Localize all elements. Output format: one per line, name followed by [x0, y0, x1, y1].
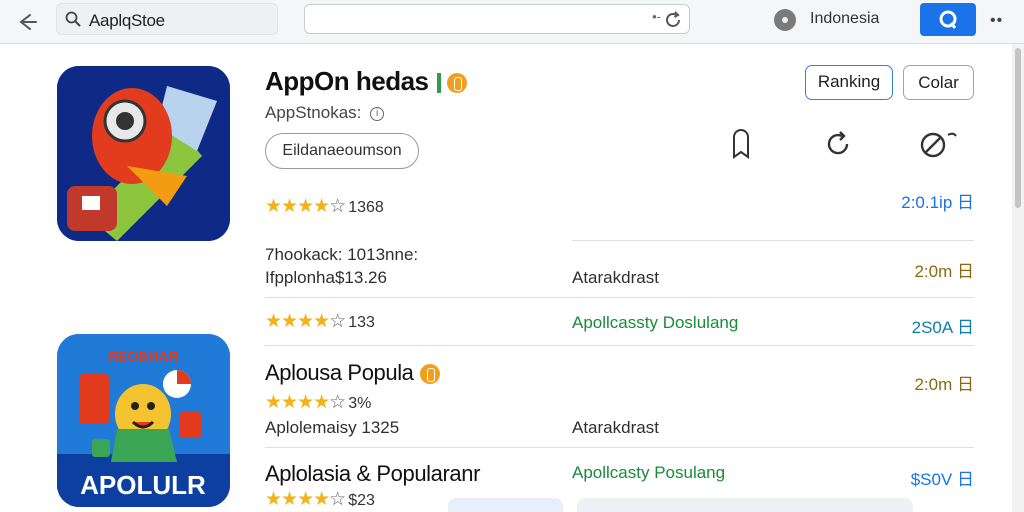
- app-title-text: AppOn hedas: [265, 66, 429, 96]
- app-right-value: 2:0.1ip 日: [901, 193, 974, 212]
- rating-stars: ★★★★☆ 133: [265, 311, 375, 332]
- developer-text: AppStnokas:: [265, 103, 362, 122]
- rating-count: $23: [348, 492, 375, 509]
- app-icon-apolulr[interactable]: ЯЕОВИАЯ APOLULR: [57, 334, 230, 507]
- divider: [265, 297, 974, 298]
- rating-count: 133: [348, 314, 375, 331]
- search-box[interactable]: AaplqStoe: [56, 3, 278, 35]
- more-dots-icon[interactable]: •-: [652, 9, 661, 24]
- app-title-text: Aplousa Popula: [265, 360, 414, 385]
- more-menu-icon[interactable]: ••: [990, 12, 1003, 30]
- divider: [265, 447, 974, 448]
- address-bar[interactable]: •-: [304, 4, 690, 34]
- browser-toolbar: AaplqStoe •- Indonesia ••: [0, 0, 1024, 44]
- category-text: Atarakdrast: [572, 268, 659, 287]
- block-icon[interactable]: [920, 129, 957, 159]
- coin-icon: [419, 364, 440, 385]
- bottom-chip[interactable]: [448, 498, 563, 512]
- other-button[interactable]: Colar: [903, 65, 974, 100]
- category-text: Atarakdrast: [572, 418, 659, 437]
- scrollbar[interactable]: [1012, 44, 1024, 512]
- coin-icon: [446, 73, 467, 94]
- info-icon[interactable]: i: [370, 106, 385, 121]
- user-icon: [939, 10, 957, 29]
- search-icon: [65, 11, 81, 27]
- rating-count: 3%: [348, 395, 372, 412]
- app-title[interactable]: Aplolasia & Popularanr: [265, 461, 480, 487]
- size-value: 2:0m 日: [914, 375, 974, 394]
- category-link[interactable]: Apollcasty Posulang: [572, 463, 725, 483]
- reload-icon[interactable]: [663, 10, 683, 30]
- extra-line: 7hookack: 1013nne:: [265, 245, 419, 264]
- app-developer[interactable]: Aplolemaisy 1325: [265, 418, 399, 438]
- app-title[interactable]: Aplousa Popula: [265, 360, 440, 386]
- scrollbar-thumb[interactable]: [1015, 48, 1021, 208]
- row-value: 2S0A 日: [911, 318, 974, 337]
- country-label: Indonesia: [810, 10, 880, 27]
- bottom-chip[interactable]: [577, 498, 913, 512]
- price-line: Ifpplonha$13.26: [265, 268, 387, 287]
- rating-stars: ★★★★☆ 1368: [265, 196, 384, 217]
- category-link[interactable]: Apollcassty Doslulang: [572, 313, 738, 333]
- back-arrow-icon[interactable]: [12, 8, 40, 36]
- search-text: AaplqStoe: [89, 11, 165, 30]
- price-value: $S0V 日: [910, 470, 974, 489]
- green-marker: [436, 73, 441, 94]
- app-developer[interactable]: AppStnokas: i: [265, 103, 385, 123]
- bookmark-icon[interactable]: [726, 129, 756, 159]
- category-pill[interactable]: Eildanaeoumson: [265, 133, 419, 169]
- rating-stars: ★★★★☆ 3%: [265, 392, 372, 413]
- icon-bottom-label: APOLULR: [80, 470, 206, 500]
- refresh-icon[interactable]: [823, 129, 853, 159]
- size-value: 2:0m 日: [914, 262, 974, 281]
- divider: [265, 345, 974, 346]
- ranking-button[interactable]: Ranking: [805, 65, 893, 100]
- app-icon-rocket[interactable]: [57, 66, 230, 241]
- globe-icon: [774, 9, 796, 31]
- divider: [572, 240, 974, 241]
- icon-top-label: ЯЕОВИАЯ: [108, 348, 179, 364]
- rating-count: 1368: [348, 199, 384, 216]
- rating-stars: ★★★★☆ $23: [265, 489, 375, 510]
- account-button[interactable]: [920, 3, 976, 36]
- app-title[interactable]: AppOn hedas: [265, 66, 467, 97]
